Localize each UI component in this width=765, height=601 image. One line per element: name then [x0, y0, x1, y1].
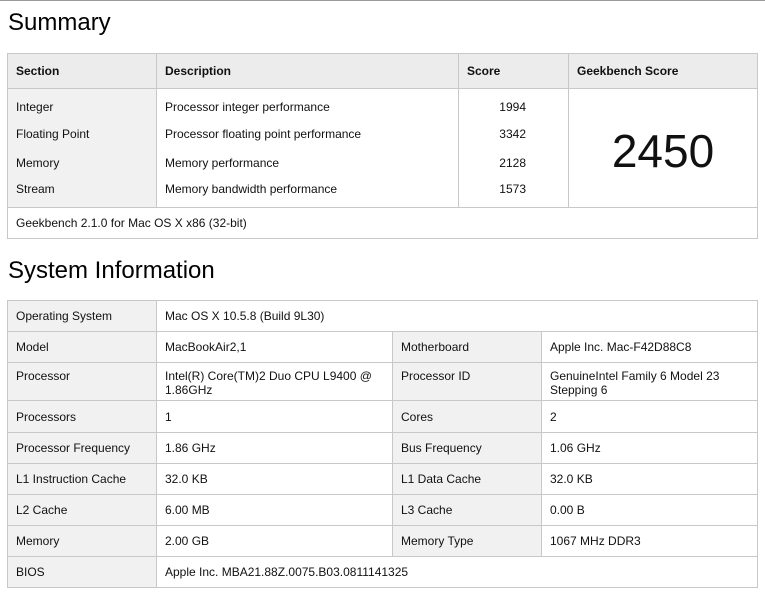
l1-instruction-cache-label: L1 Instruction Cache: [7, 463, 157, 495]
processor-id-value: GenuineIntel Family 6 Model 23 Stepping …: [541, 362, 758, 401]
section-cell: Stream: [7, 177, 157, 208]
section-cell: Memory: [7, 148, 157, 177]
bios-value: Apple Inc. MBA21.88Z.0075.B03.0811141325: [156, 556, 758, 588]
top-divider: [0, 0, 765, 1]
table-row: L1 Instruction Cache 32.0 KB L1 Data Cac…: [7, 463, 758, 495]
system-info-table: Operating System Mac OS X 10.5.8 (Build …: [7, 300, 758, 588]
l1-data-cache-value: 32.0 KB: [541, 463, 758, 495]
description-cell: Processor floating point performance: [156, 119, 459, 148]
processors-value: 1: [156, 400, 393, 433]
table-row: BIOS Apple Inc. MBA21.88Z.0075.B03.08111…: [7, 556, 758, 588]
processor-label: Processor: [7, 362, 157, 401]
summary-table: Section Description Score Geekbench Scor…: [7, 53, 758, 239]
motherboard-value: Apple Inc. Mac-F42D88C8: [541, 331, 758, 363]
score-cell: 2128: [458, 148, 569, 177]
processor-value: Intel(R) Core(TM)2 Duo CPU L9400 @ 1.86G…: [156, 362, 393, 401]
table-row: Memory 2.00 GB Memory Type 1067 MHz DDR3: [7, 525, 758, 557]
l2-cache-value: 6.00 MB: [156, 494, 393, 526]
table-row: Processors 1 Cores 2: [7, 400, 758, 433]
header-section: Section: [7, 53, 157, 89]
score-cell: 1994: [458, 88, 569, 119]
memory-type-value: 1067 MHz DDR3: [541, 525, 758, 557]
table-row: Processor Frequency 1.86 GHz Bus Frequen…: [7, 432, 758, 464]
summary-heading: Summary: [8, 9, 111, 36]
memory-value: 2.00 GB: [156, 525, 393, 557]
geekbench-version: Geekbench 2.1.0 for Mac OS X x86 (32-bit…: [7, 207, 758, 239]
table-row: Integer Processor integer performance 19…: [7, 88, 758, 208]
score-cell: 1573: [458, 177, 569, 208]
geekbench-score-value: 2450: [568, 88, 758, 208]
l3-cache-label: L3 Cache: [392, 494, 542, 526]
l2-cache-label: L2 Cache: [7, 494, 157, 526]
header-description: Description: [156, 53, 459, 89]
l1-instruction-cache-value: 32.0 KB: [156, 463, 393, 495]
processors-label: Processors: [7, 400, 157, 433]
header-geekbench-score: Geekbench Score: [568, 53, 758, 89]
motherboard-label: Motherboard: [392, 331, 542, 363]
table-row: Model MacBookAir2,1 Motherboard Apple In…: [7, 331, 758, 363]
description-cell: Memory performance: [156, 148, 459, 177]
score-cell: 3342: [458, 119, 569, 148]
table-row: Processor Intel(R) Core(TM)2 Duo CPU L94…: [7, 362, 758, 401]
section-cell: Integer: [7, 88, 157, 119]
table-row: L2 Cache 6.00 MB L3 Cache 0.00 B: [7, 494, 758, 526]
summary-header-row: Section Description Score Geekbench Scor…: [7, 53, 758, 89]
section-cell: Floating Point: [7, 119, 157, 148]
description-cell: Processor integer performance: [156, 88, 459, 119]
bus-frequency-label: Bus Frequency: [392, 432, 542, 464]
cores-value: 2: [541, 400, 758, 433]
processor-id-label: Processor ID: [392, 362, 542, 401]
cores-label: Cores: [392, 400, 542, 433]
os-label: Operating System: [7, 300, 157, 332]
bios-label: BIOS: [7, 556, 157, 588]
header-score: Score: [458, 53, 569, 89]
bus-frequency-value: 1.06 GHz: [541, 432, 758, 464]
memory-type-label: Memory Type: [392, 525, 542, 557]
processor-frequency-label: Processor Frequency: [7, 432, 157, 464]
l3-cache-value: 0.00 B: [541, 494, 758, 526]
model-label: Model: [7, 331, 157, 363]
os-value: Mac OS X 10.5.8 (Build 9L30): [156, 300, 758, 332]
model-value: MacBookAir2,1: [156, 331, 393, 363]
memory-label: Memory: [7, 525, 157, 557]
processor-frequency-value: 1.86 GHz: [156, 432, 393, 464]
system-info-heading: System Information: [8, 257, 215, 284]
description-cell: Memory bandwidth performance: [156, 177, 459, 208]
l1-data-cache-label: L1 Data Cache: [392, 463, 542, 495]
summary-footer-row: Geekbench 2.1.0 for Mac OS X x86 (32-bit…: [7, 207, 758, 239]
table-row: Operating System Mac OS X 10.5.8 (Build …: [7, 300, 758, 332]
